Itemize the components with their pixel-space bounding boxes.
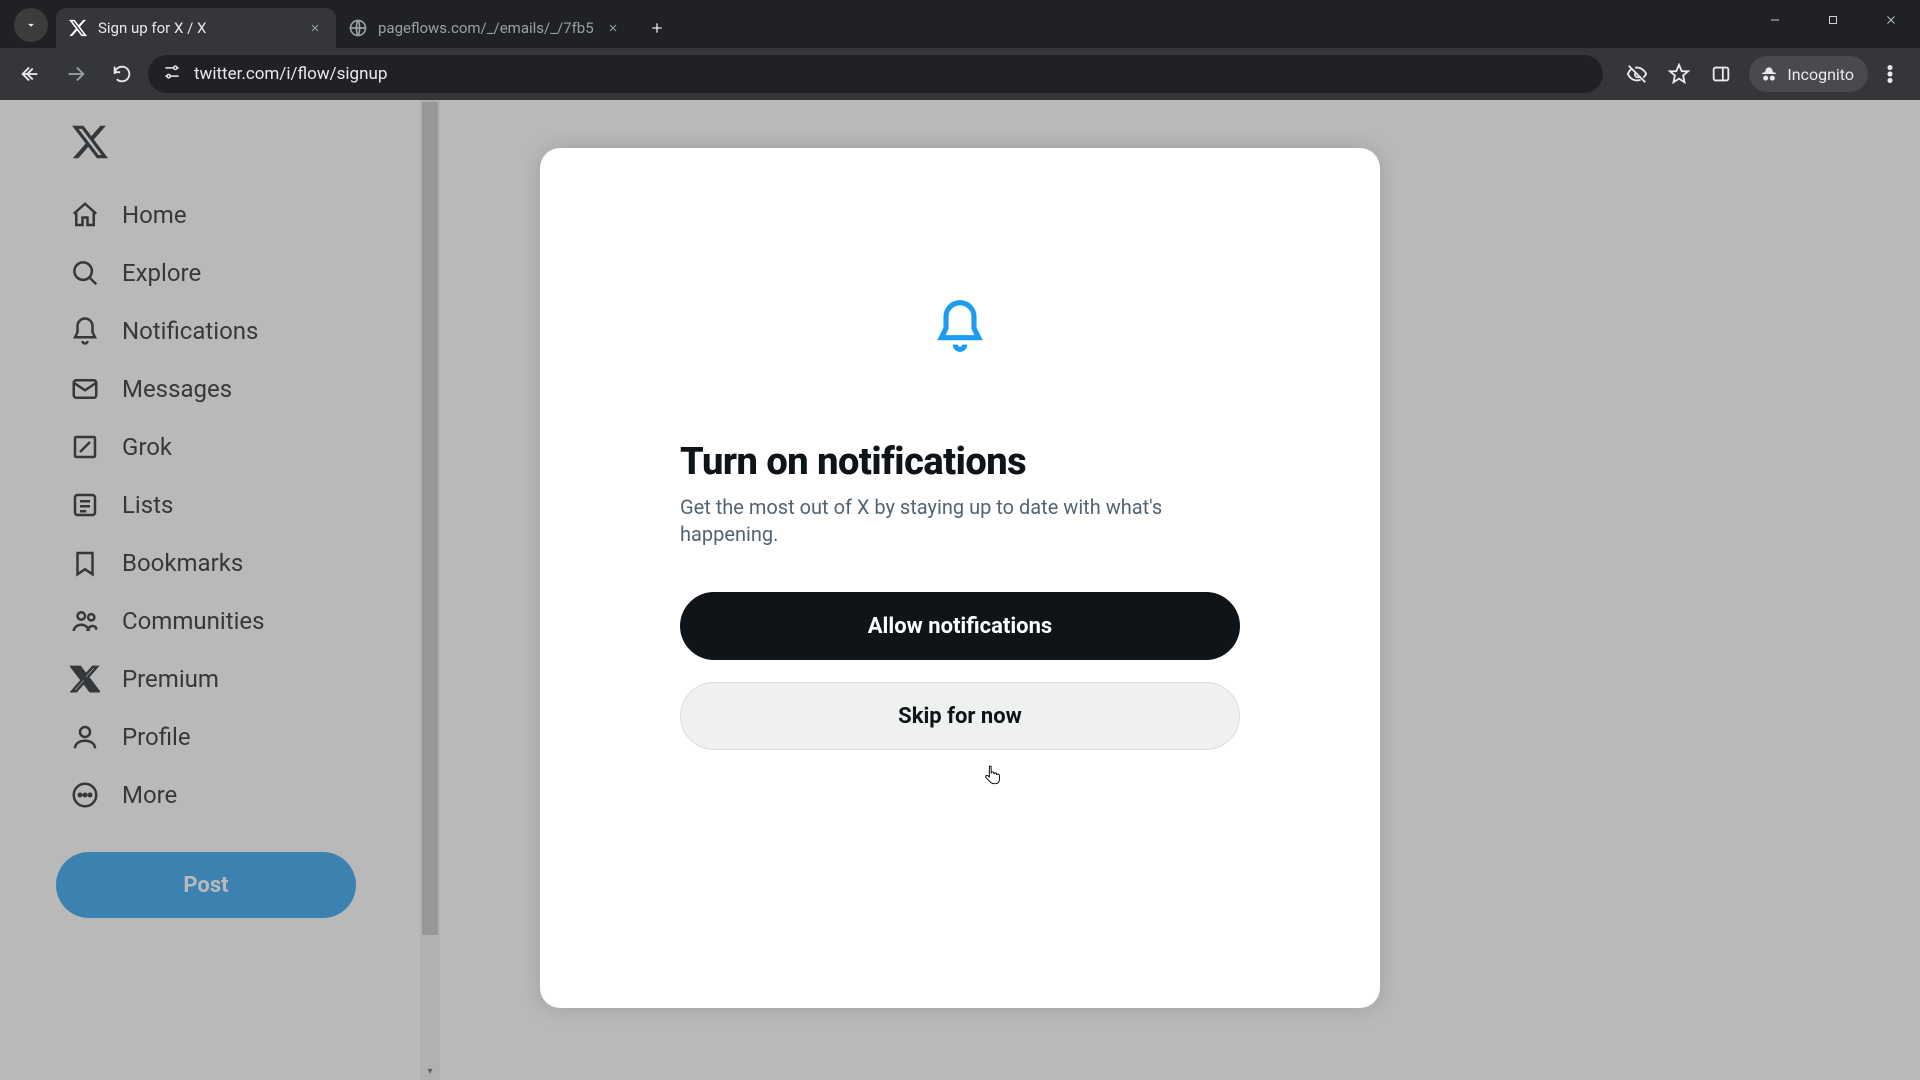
browser-toolbar: twitter.com/i/flow/signup Incognito — [0, 48, 1920, 100]
tracking-blocked-button[interactable] — [1617, 54, 1657, 94]
incognito-label: Incognito — [1787, 65, 1854, 84]
tab-search-button[interactable] — [14, 8, 48, 42]
tab-close-button[interactable] — [604, 19, 622, 37]
browser-tab-inactive[interactable]: pageflows.com/_/emails/_/7fb5 — [336, 8, 634, 48]
maximize-icon — [1826, 13, 1840, 27]
site-settings-button[interactable] — [162, 62, 182, 87]
tune-icon — [162, 62, 182, 82]
incognito-chip[interactable]: Incognito — [1749, 56, 1868, 92]
chevron-down-icon — [24, 18, 38, 32]
modal-description: Get the most out of X by staying up to d… — [680, 494, 1240, 548]
window-controls — [1746, 0, 1920, 48]
incognito-icon — [1759, 64, 1779, 84]
window-minimize-button[interactable] — [1746, 0, 1804, 40]
star-icon — [1668, 63, 1690, 85]
allow-notifications-label: Allow notifications — [868, 614, 1052, 639]
x-favicon-icon — [68, 18, 88, 38]
reload-icon — [111, 63, 133, 85]
close-icon — [1884, 13, 1898, 27]
plus-icon — [649, 20, 665, 36]
nav-back-button[interactable] — [10, 54, 50, 94]
close-icon — [309, 22, 321, 34]
nav-reload-button[interactable] — [102, 54, 142, 94]
tab-close-button[interactable] — [306, 19, 324, 37]
new-tab-button[interactable] — [640, 11, 674, 45]
close-icon — [607, 22, 619, 34]
tab-strip: Sign up for X / X pageflows.com/_/emails… — [0, 0, 1920, 48]
address-bar[interactable]: twitter.com/i/flow/signup — [148, 55, 1603, 93]
side-panel-button[interactable] — [1701, 54, 1741, 94]
page-viewport: Home Explore Notifications Messages Grok — [0, 100, 1920, 1080]
arrow-right-icon — [65, 63, 87, 85]
tab-title: pageflows.com/_/emails/_/7fb5 — [378, 19, 594, 37]
globe-favicon-icon — [348, 18, 368, 38]
allow-notifications-button[interactable]: Allow notifications — [680, 592, 1240, 660]
skip-for-now-label: Skip for now — [898, 704, 1022, 729]
browser-tab-active[interactable]: Sign up for X / X — [56, 8, 336, 48]
nav-forward-button[interactable] — [56, 54, 96, 94]
tab-title: Sign up for X / X — [98, 19, 296, 37]
kebab-icon — [1879, 63, 1901, 85]
eye-off-icon — [1626, 63, 1648, 85]
browser-menu-button[interactable] — [1870, 54, 1910, 94]
url-text: twitter.com/i/flow/signup — [194, 64, 387, 84]
modal-title: Turn on notifications — [680, 440, 1240, 484]
bookmark-button[interactable] — [1659, 54, 1699, 94]
panel-icon — [1710, 63, 1732, 85]
arrow-left-icon — [19, 63, 41, 85]
minimize-icon — [1768, 13, 1782, 27]
notifications-modal: Turn on notifications Get the most out o… — [540, 148, 1380, 1008]
modal-bell-icon — [680, 298, 1240, 354]
window-close-button[interactable] — [1862, 0, 1920, 40]
skip-for-now-button[interactable]: Skip for now — [680, 682, 1240, 750]
window-maximize-button[interactable] — [1804, 0, 1862, 40]
